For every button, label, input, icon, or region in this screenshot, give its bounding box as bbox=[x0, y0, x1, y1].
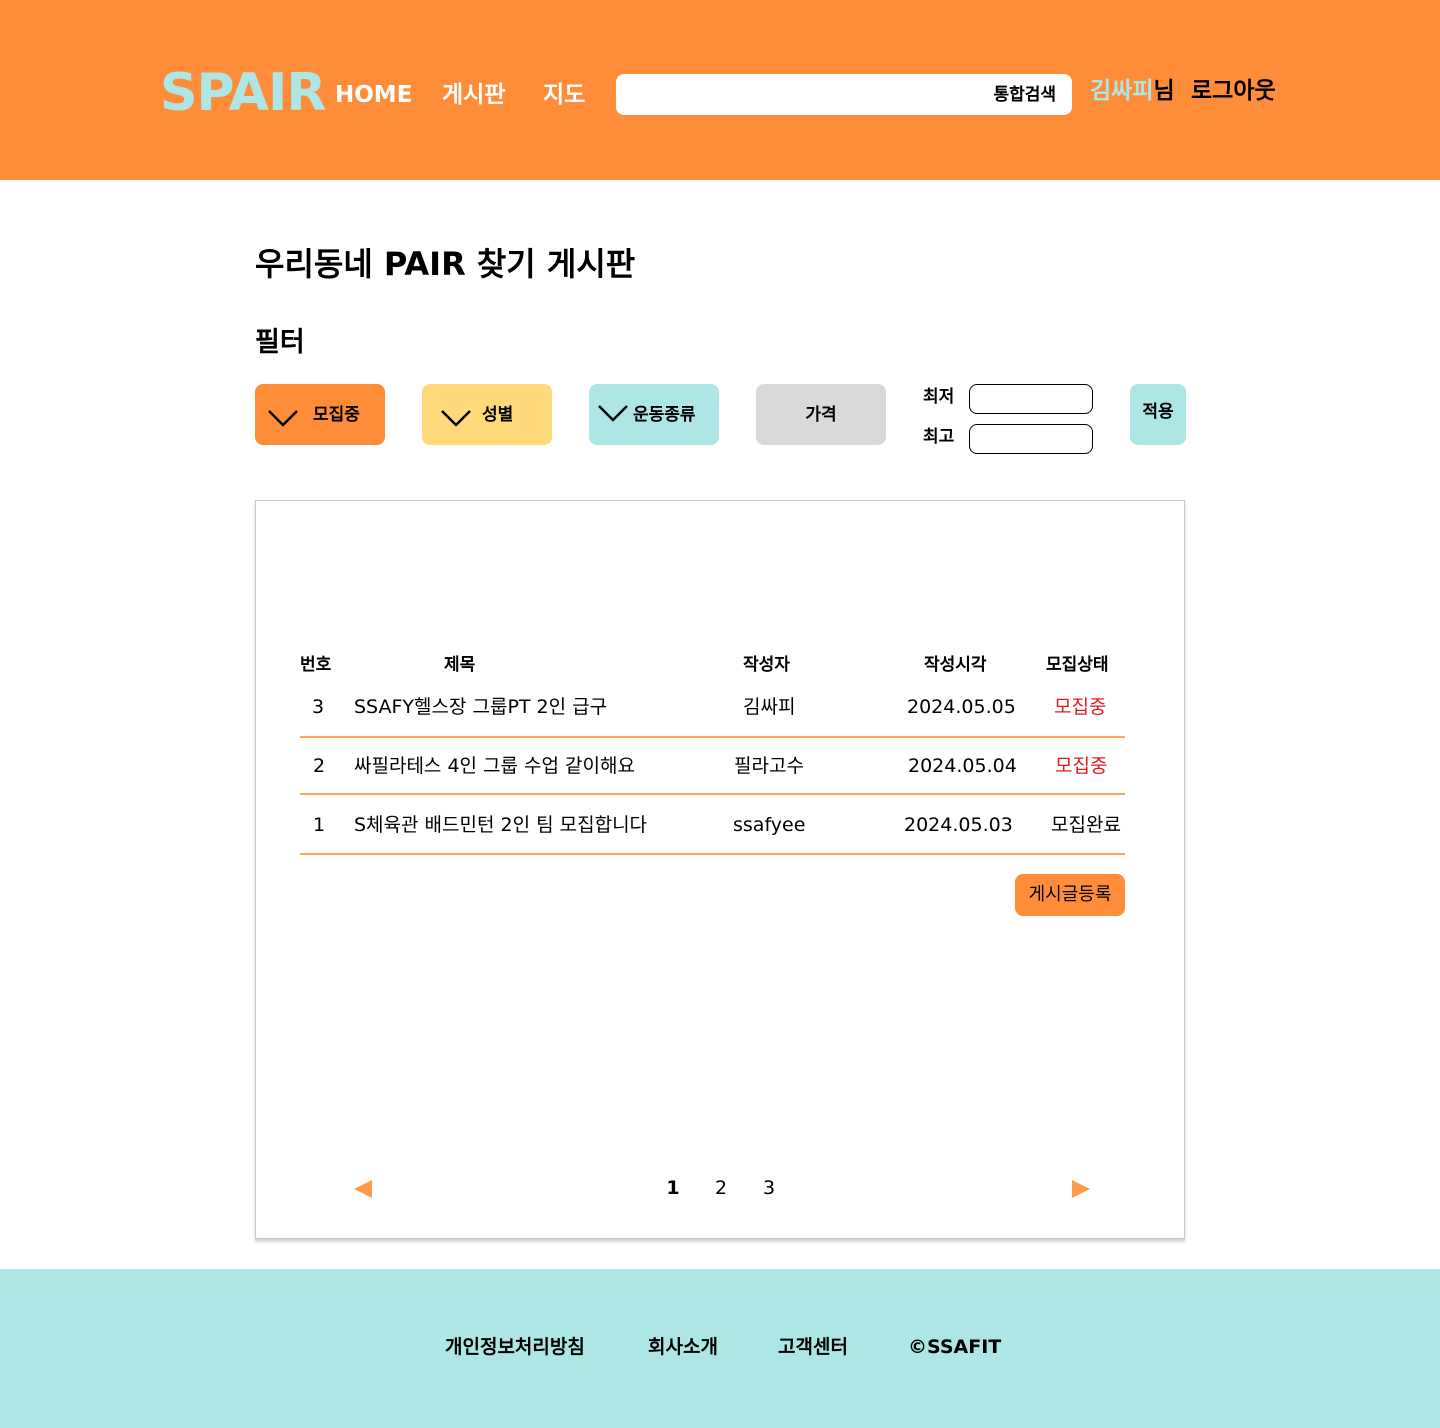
max-price-label: 최고 bbox=[923, 427, 955, 447]
row-author: 필라고수 bbox=[734, 755, 804, 777]
page-number[interactable]: 2 bbox=[711, 1176, 731, 1200]
row-title-link[interactable]: SSAFY헬스장 그룹PT 2인 급구 bbox=[354, 695, 607, 719]
row-author: ssafyee bbox=[733, 814, 806, 836]
row-author: 김싸피 bbox=[743, 696, 796, 718]
max-price-input[interactable] bbox=[969, 424, 1093, 454]
column-header-title: 제목 bbox=[444, 655, 476, 675]
row-status-badge: 모집완료 bbox=[1051, 814, 1121, 836]
filter-title: 필터 bbox=[255, 327, 305, 358]
chevron-down-icon bbox=[268, 410, 298, 427]
nav-home-link[interactable]: HOME bbox=[335, 80, 412, 110]
row-status-badge: 모집중 bbox=[1055, 755, 1108, 777]
page-title: 우리동네 PAIR 찾기 게시판 bbox=[255, 245, 636, 283]
page-number-current[interactable]: 1 bbox=[663, 1176, 683, 1200]
row-status-badge: 모집중 bbox=[1054, 696, 1107, 718]
price-filter-button[interactable]: 가격 bbox=[756, 384, 886, 445]
nav-map-link[interactable]: 지도 bbox=[543, 80, 585, 110]
nav-board-link[interactable]: 게시판 bbox=[442, 80, 505, 110]
row-title-link[interactable]: 싸필라테스 4인 그룹 수업 같이해요 bbox=[354, 754, 635, 778]
write-post-label: 게시글등록 bbox=[1028, 884, 1112, 905]
board-panel: 번호 제목 작성자 작성시각 모집상태 3 SSAFY헬스장 그룹PT 2인 급… bbox=[255, 500, 1185, 1239]
search-input[interactable] bbox=[630, 80, 970, 109]
row-time: 2024.05.04 bbox=[908, 755, 1017, 777]
apply-filter-button[interactable]: 적용 bbox=[1130, 384, 1186, 445]
row-time: 2024.05.03 bbox=[904, 814, 1013, 836]
privacy-policy-link[interactable]: 개인정보처리방침 bbox=[445, 1335, 585, 1359]
column-header-number: 번호 bbox=[300, 655, 332, 675]
row-divider bbox=[300, 853, 1125, 855]
row-number: 2 bbox=[313, 755, 326, 777]
logo[interactable]: SPAIR bbox=[160, 64, 326, 122]
prev-page-icon[interactable] bbox=[354, 1180, 374, 1198]
logout-button[interactable]: 로그아웃 bbox=[1191, 76, 1276, 106]
gender-filter-button[interactable]: 성별 bbox=[422, 384, 552, 445]
column-header-status: 모집상태 bbox=[1046, 655, 1109, 675]
write-post-button[interactable]: 게시글등록 bbox=[1015, 874, 1125, 916]
search-box: 통합검색 bbox=[616, 74, 1072, 115]
sport-type-filter-button[interactable]: 운동종류 bbox=[589, 384, 719, 445]
row-title-link[interactable]: S체육관 배드민턴 2인 팀 모집합니다 bbox=[354, 813, 647, 837]
recruit-status-filter-label: 모집중 bbox=[313, 405, 360, 425]
customer-center-link[interactable]: 고객센터 bbox=[778, 1335, 848, 1359]
copyright-text: ©SSAFIT bbox=[908, 1336, 1002, 1358]
row-time: 2024.05.05 bbox=[907, 696, 1016, 718]
chevron-down-icon bbox=[441, 410, 471, 427]
header: SPAIR HOME 게시판 지도 통합검색 김싸피님 로그아웃 bbox=[0, 0, 1440, 180]
min-price-input[interactable] bbox=[969, 384, 1093, 414]
column-header-author: 작성자 bbox=[743, 655, 790, 675]
user-name: 김싸피 bbox=[1090, 78, 1154, 104]
user-greeting: 김싸피님 bbox=[1090, 76, 1175, 106]
row-number: 3 bbox=[312, 696, 325, 718]
gender-filter-label: 성별 bbox=[482, 405, 514, 425]
row-number: 1 bbox=[313, 814, 326, 836]
recruit-status-filter-button[interactable]: 모집중 bbox=[255, 384, 385, 445]
search-button[interactable]: 통합검색 bbox=[993, 84, 1056, 106]
about-company-link[interactable]: 회사소개 bbox=[648, 1335, 718, 1359]
min-price-label: 최저 bbox=[923, 387, 955, 407]
row-divider bbox=[300, 736, 1125, 738]
column-header-time: 작성시각 bbox=[924, 655, 987, 675]
next-page-icon[interactable] bbox=[1070, 1180, 1090, 1198]
sport-type-filter-label: 운동종류 bbox=[633, 405, 696, 425]
footer: 개인정보처리방침 회사소개 고객센터 ©SSAFIT bbox=[0, 1269, 1440, 1428]
row-divider bbox=[300, 793, 1125, 795]
chevron-down-icon bbox=[598, 405, 628, 422]
page-number[interactable]: 3 bbox=[759, 1176, 779, 1200]
apply-filter-label: 적용 bbox=[1142, 402, 1174, 422]
price-filter-label: 가격 bbox=[805, 405, 837, 425]
user-name-suffix: 님 bbox=[1153, 78, 1175, 104]
